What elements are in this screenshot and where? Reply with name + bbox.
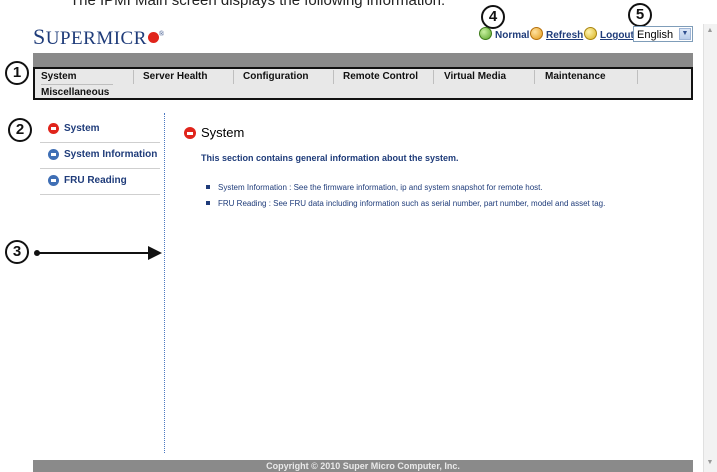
callout-2: 2 xyxy=(8,118,32,142)
menu-miscellaneous[interactable]: Miscellaneous xyxy=(41,87,109,98)
menu-row-divider xyxy=(41,84,113,85)
callout-3: 3 xyxy=(5,240,29,264)
logout-link[interactable]: Logout xyxy=(584,27,634,41)
logo-dot-icon xyxy=(147,32,159,43)
callout-arrow-head-icon xyxy=(148,246,162,260)
language-value: English xyxy=(637,29,674,41)
logout-label: Logout xyxy=(600,30,634,41)
callout-arrow-line xyxy=(37,252,150,254)
section-intro: This section contains general informatio… xyxy=(201,153,459,163)
menu-separator xyxy=(233,70,234,84)
menu-separator xyxy=(433,70,434,84)
refresh-link[interactable]: Refresh xyxy=(530,27,583,41)
arrow-right-icon xyxy=(48,149,59,160)
callout-4: 4 xyxy=(481,5,505,29)
sidebar-item-system-information[interactable]: System Information xyxy=(40,145,160,169)
logo-text: UPERMICR xyxy=(45,28,147,49)
menu-separator xyxy=(133,70,134,84)
logout-icon xyxy=(584,27,597,40)
sidebar-item-label: System xyxy=(64,123,100,134)
menu-system[interactable]: System xyxy=(41,71,77,82)
arrow-right-icon xyxy=(184,127,196,139)
language-select[interactable]: English ▼ xyxy=(633,26,693,42)
menu-maintenance[interactable]: Maintenance xyxy=(545,71,606,82)
status-label: Normal xyxy=(495,30,530,41)
caption-text: The IPMI Main screen displays the follow… xyxy=(70,0,446,9)
vertical-scrollbar[interactable] xyxy=(703,24,717,472)
sidebar-item-label: System Information xyxy=(64,149,158,160)
scroll-down-icon[interactable]: ▼ xyxy=(705,458,715,468)
scroll-up-icon[interactable]: ▲ xyxy=(705,26,715,36)
status-ok-icon xyxy=(479,27,492,40)
arrow-right-icon xyxy=(48,123,59,134)
sidebar-item-fru-reading[interactable]: FRU Reading xyxy=(40,171,160,195)
menu-separator xyxy=(333,70,334,84)
callout-5: 5 xyxy=(628,3,652,27)
header-bar xyxy=(33,53,693,67)
menu-separator xyxy=(534,70,535,84)
page-title: System xyxy=(201,125,245,140)
refresh-icon xyxy=(530,27,543,40)
list-item: System Information : See the firmware in… xyxy=(206,183,543,192)
menu-separator xyxy=(637,70,638,84)
callout-1: 1 xyxy=(5,61,29,85)
logo-initial: S xyxy=(33,24,46,49)
status-normal: Normal xyxy=(479,27,529,41)
refresh-label: Refresh xyxy=(546,30,584,41)
menu-virtual-media[interactable]: Virtual Media xyxy=(444,71,506,82)
menu-server-health[interactable]: Server Health xyxy=(143,71,207,82)
sidebar-divider xyxy=(164,113,165,453)
sidebar-item-system[interactable]: System xyxy=(40,119,160,143)
chevron-down-icon: ▼ xyxy=(679,28,691,40)
list-item: FRU Reading : See FRU data including inf… xyxy=(205,199,606,208)
menu-configuration[interactable]: Configuration xyxy=(243,71,309,82)
menu-remote-control[interactable]: Remote Control xyxy=(343,71,418,82)
arrow-right-icon xyxy=(48,175,59,186)
supermicro-logo: SUPERMICR ® xyxy=(33,24,165,50)
footer-copyright: Copyright © 2010 Super Micro Computer, I… xyxy=(33,460,693,472)
sidebar-item-label: FRU Reading xyxy=(64,175,127,186)
logo-trademark: ® xyxy=(158,30,165,38)
